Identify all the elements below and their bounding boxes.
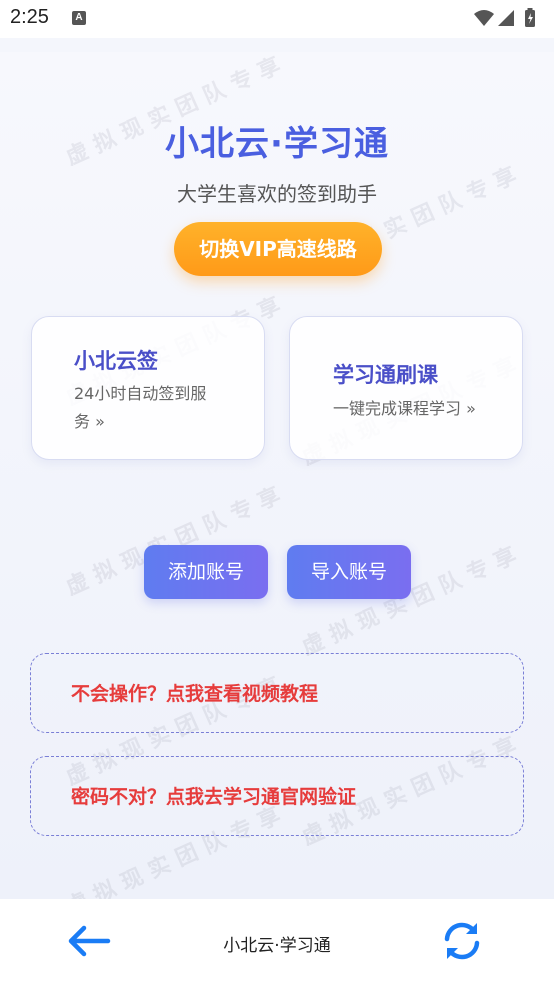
video-tutorial-link[interactable]: 不会操作？点我查看视频教程: [30, 653, 524, 733]
refresh-button[interactable]: [440, 920, 484, 962]
notification-icon: A: [72, 11, 86, 25]
card-desc-line2: 务 »: [74, 412, 105, 431]
status-icons: [472, 8, 542, 34]
battery-icon: [525, 8, 535, 27]
signal-icon: [498, 10, 514, 26]
import-account-button[interactable]: 导入账号: [287, 545, 411, 599]
password-verify-text: 密码不对？点我去学习通官网验证: [71, 786, 357, 808]
bottom-nav-bar: 小北云·学习通: [0, 899, 554, 985]
course-brush-card[interactable]: 学习通刷课 一键完成课程学习 »: [289, 316, 523, 460]
checkin-service-card[interactable]: 小北云签 24小时自动签到服 务 »: [31, 316, 265, 460]
refresh-icon: [444, 922, 480, 960]
video-tutorial-text: 不会操作？点我查看视频教程: [71, 683, 319, 705]
card-title: 学习通刷课: [333, 363, 438, 387]
card-desc: 一键完成课程学习 »: [333, 399, 476, 418]
add-account-button[interactable]: 添加账号: [144, 545, 268, 599]
card-title: 小北云签: [74, 349, 158, 373]
page-subtitle: 大学生喜欢的签到助手: [177, 182, 377, 206]
status-bar: 2:25 A: [0, 0, 554, 38]
page-title: 小北云·学习通: [165, 124, 389, 164]
switch-vip-line-button[interactable]: 切换VIP高速线路: [174, 222, 382, 276]
main-content: 虚拟现实团队专享 虚拟现实团队专享 虚拟现实团队专享 虚拟现实团队专享 虚拟现实…: [0, 52, 554, 899]
card-desc-line1: 24小时自动签到服: [74, 384, 207, 403]
wifi-icon: [474, 10, 494, 26]
status-time: 2:25: [10, 6, 49, 28]
password-verify-link[interactable]: 密码不对？点我去学习通官网验证: [30, 756, 524, 836]
